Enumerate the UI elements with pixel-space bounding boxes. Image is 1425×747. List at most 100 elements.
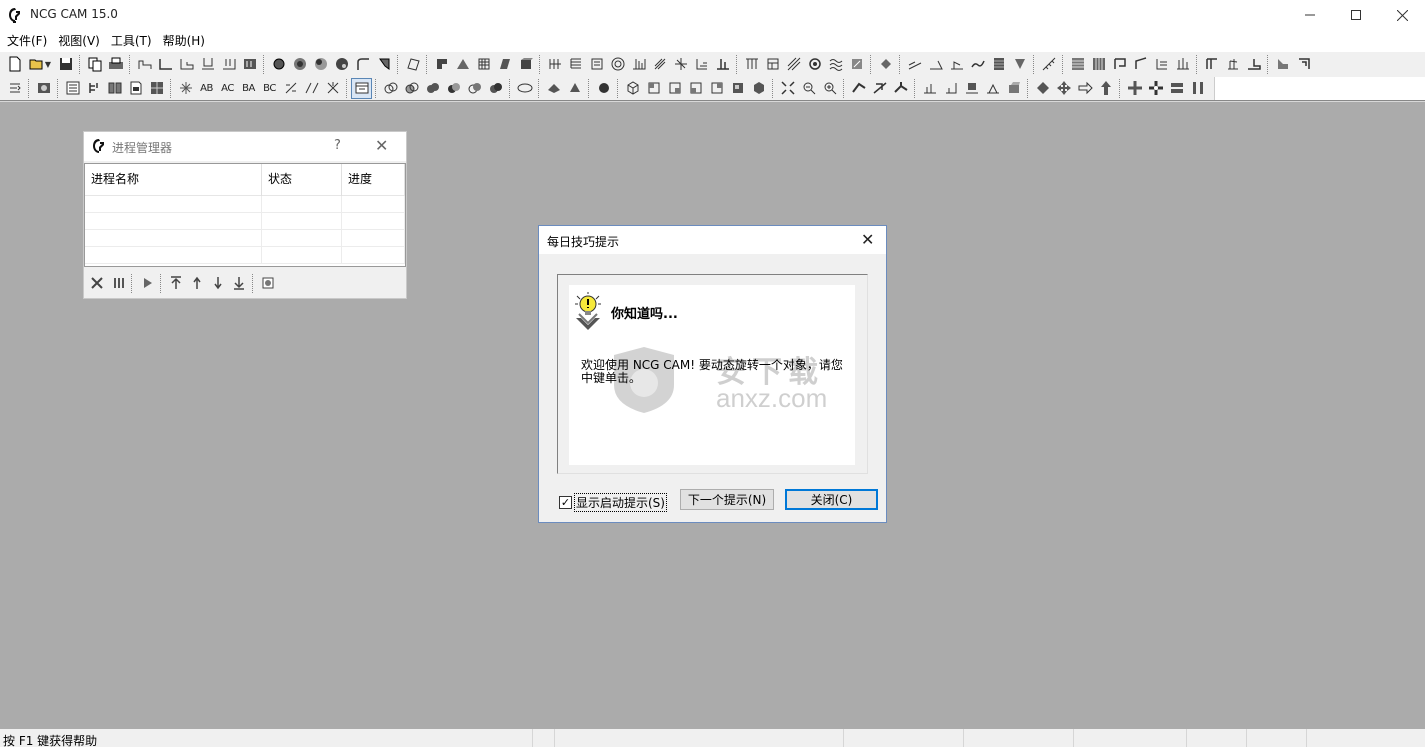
path-6-icon[interactable] bbox=[670, 54, 691, 75]
layer-11-icon[interactable] bbox=[1293, 54, 1314, 75]
half-icon[interactable] bbox=[280, 78, 301, 99]
tip-dialog-titlebar[interactable]: 每日技巧提示 ✕ bbox=[539, 226, 886, 254]
block-2-icon[interactable] bbox=[452, 54, 473, 75]
path-2-icon[interactable] bbox=[565, 54, 586, 75]
shade-2-icon[interactable] bbox=[564, 78, 585, 99]
boolean-1-icon[interactable] bbox=[380, 78, 401, 99]
shape-sphere-3-icon[interactable] bbox=[331, 54, 352, 75]
op-4-icon[interactable] bbox=[967, 54, 988, 75]
move-all-icon[interactable] bbox=[1053, 78, 1074, 99]
help-button[interactable]: ? bbox=[334, 138, 341, 153]
menu-help[interactable]: 帮助(H) bbox=[158, 30, 211, 50]
path-7-icon[interactable] bbox=[691, 54, 712, 75]
show-tips-checkbox[interactable]: ✓ 显示启动提示(S) bbox=[559, 493, 667, 512]
document-icon[interactable] bbox=[125, 78, 146, 99]
op-3-icon[interactable] bbox=[946, 54, 967, 75]
grid-icon[interactable] bbox=[146, 78, 167, 99]
measure-icon[interactable] bbox=[1038, 54, 1059, 75]
view-bottom-icon[interactable] bbox=[727, 78, 748, 99]
zoom-fit-icon[interactable] bbox=[777, 78, 798, 99]
view-left-icon[interactable] bbox=[706, 78, 727, 99]
menu-view[interactable]: 视图(V) bbox=[53, 30, 106, 50]
tool-path-2-icon[interactable] bbox=[869, 78, 890, 99]
layer-10-icon[interactable] bbox=[1272, 54, 1293, 75]
move-down-icon[interactable] bbox=[207, 273, 228, 294]
tool-path-3-icon[interactable] bbox=[890, 78, 911, 99]
layer-8-icon[interactable] bbox=[1222, 54, 1243, 75]
path-1-icon[interactable] bbox=[544, 54, 565, 75]
stack-icon[interactable] bbox=[1166, 78, 1187, 99]
stop-icon[interactable] bbox=[86, 273, 107, 294]
profile-4-icon[interactable] bbox=[197, 54, 218, 75]
op-2-icon[interactable] bbox=[925, 54, 946, 75]
print-icon[interactable] bbox=[105, 54, 126, 75]
pause-icon[interactable] bbox=[107, 273, 128, 294]
tip-dialog-close-button[interactable]: ✕ bbox=[861, 230, 874, 249]
tool-5-icon[interactable] bbox=[825, 54, 846, 75]
layer-9-icon[interactable] bbox=[1243, 54, 1264, 75]
layer-5-icon[interactable] bbox=[1151, 54, 1172, 75]
process-settings-icon[interactable] bbox=[257, 273, 278, 294]
shape-sphere-2-icon[interactable] bbox=[310, 54, 331, 75]
block-3-icon[interactable] bbox=[473, 54, 494, 75]
block-4-icon[interactable] bbox=[494, 54, 515, 75]
play-icon[interactable] bbox=[136, 273, 157, 294]
op-1-icon[interactable] bbox=[904, 54, 925, 75]
mode-bc[interactable]: BC bbox=[259, 78, 280, 99]
process-manager-titlebar[interactable]: 进程管理器 ? ✕ bbox=[84, 132, 406, 161]
save-icon[interactable] bbox=[55, 54, 76, 75]
arrow-up-icon[interactable] bbox=[1095, 78, 1116, 99]
checkbox-label[interactable]: 显示启动提示(S) bbox=[574, 493, 667, 512]
rotate-axis-icon[interactable] bbox=[322, 78, 343, 99]
shape-circle-icon[interactable] bbox=[268, 54, 289, 75]
op-6-icon[interactable] bbox=[1009, 54, 1030, 75]
boolean-5-icon[interactable] bbox=[464, 78, 485, 99]
tool-1-icon[interactable] bbox=[741, 54, 762, 75]
layer-6-icon[interactable] bbox=[1172, 54, 1193, 75]
path-3-icon[interactable] bbox=[586, 54, 607, 75]
transform-icon[interactable] bbox=[4, 78, 25, 99]
boolean-4-icon[interactable] bbox=[443, 78, 464, 99]
view-cube-icon[interactable] bbox=[33, 78, 54, 99]
new-file-icon[interactable] bbox=[4, 54, 25, 75]
zoom-in-icon[interactable] bbox=[819, 78, 840, 99]
profile-2-icon[interactable] bbox=[155, 54, 176, 75]
menu-file[interactable]: 文件(F) bbox=[2, 30, 53, 50]
mode-ba[interactable]: BA bbox=[238, 78, 259, 99]
slope-icon[interactable] bbox=[301, 78, 322, 99]
view-right-icon[interactable] bbox=[685, 78, 706, 99]
minimize-button[interactable] bbox=[1287, 0, 1333, 30]
layer-4-icon[interactable] bbox=[1130, 54, 1151, 75]
dashboard-icon[interactable] bbox=[351, 77, 372, 99]
profile-1-icon[interactable] bbox=[134, 54, 155, 75]
path-8-icon[interactable] bbox=[712, 54, 733, 75]
maximize-button[interactable] bbox=[1333, 0, 1379, 30]
point-transform-icon[interactable] bbox=[175, 78, 196, 99]
move-diamond-icon[interactable] bbox=[1032, 78, 1053, 99]
block-1-icon[interactable] bbox=[431, 54, 452, 75]
axis-move-icon[interactable] bbox=[1124, 78, 1145, 99]
mode-ab[interactable]: AB bbox=[196, 78, 217, 99]
sim-1-icon[interactable] bbox=[919, 78, 940, 99]
boolean-6-icon[interactable] bbox=[485, 78, 506, 99]
boolean-2-icon[interactable] bbox=[401, 78, 422, 99]
close-window-button[interactable] bbox=[1379, 0, 1425, 30]
layer-1-icon[interactable] bbox=[1067, 54, 1088, 75]
tool-path-1-icon[interactable] bbox=[848, 78, 869, 99]
checkbox-box[interactable]: ✓ bbox=[559, 496, 572, 509]
zoom-out-icon[interactable] bbox=[798, 78, 819, 99]
path-5-icon[interactable] bbox=[649, 54, 670, 75]
block-5-icon[interactable] bbox=[515, 54, 536, 75]
path-spiral-icon[interactable] bbox=[607, 54, 628, 75]
profile-3-icon[interactable] bbox=[176, 54, 197, 75]
next-tip-button[interactable]: 下一个提示(N) bbox=[680, 489, 774, 510]
shade-1-icon[interactable] bbox=[543, 78, 564, 99]
path-4-icon[interactable] bbox=[628, 54, 649, 75]
sim-5-icon[interactable] bbox=[1003, 78, 1024, 99]
view-front-icon[interactable] bbox=[664, 78, 685, 99]
sim-3-icon[interactable] bbox=[961, 78, 982, 99]
list-icon[interactable] bbox=[62, 78, 83, 99]
layer-3-icon[interactable] bbox=[1109, 54, 1130, 75]
boolean-3-icon[interactable] bbox=[422, 78, 443, 99]
tool-3-icon[interactable] bbox=[783, 54, 804, 75]
